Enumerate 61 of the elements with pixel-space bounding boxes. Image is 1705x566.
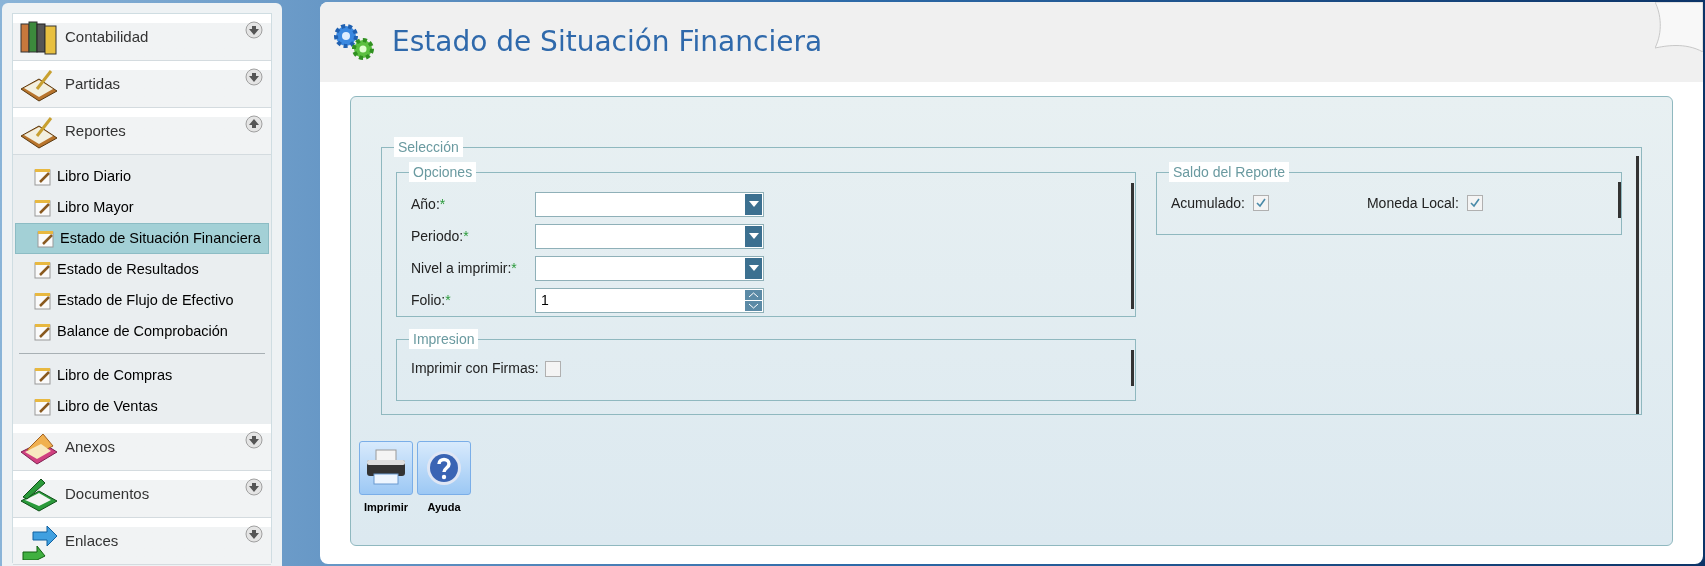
notepad-pencil-icon bbox=[34, 397, 52, 416]
dropdown-icon[interactable] bbox=[745, 257, 762, 279]
checkbox-label: Imprimir con Firmas: bbox=[411, 359, 539, 378]
accordion-header[interactable]: Contabilidad bbox=[13, 14, 271, 61]
accordion-header[interactable]: Enlaces bbox=[13, 518, 271, 565]
page-title: Estado de Situación Financiera bbox=[392, 24, 823, 60]
dropdown-icon[interactable] bbox=[745, 225, 762, 247]
books-icon bbox=[19, 18, 59, 56]
scroll-bar bbox=[1131, 350, 1134, 386]
group-legend: Opciones bbox=[409, 162, 477, 182]
accordion-header[interactable]: Reportes bbox=[13, 108, 271, 155]
collapse-icon[interactable] bbox=[245, 115, 263, 133]
sidebar-item[interactable]: Estado de Situación Financiera bbox=[15, 223, 269, 254]
sidebar-item[interactable]: Libro de Compras bbox=[13, 360, 271, 391]
required-mark: * bbox=[445, 290, 451, 310]
required-mark: * bbox=[463, 226, 469, 246]
accordion-header[interactable]: Partidas bbox=[13, 61, 271, 108]
sidebar-item[interactable]: Libro Mayor bbox=[13, 192, 271, 223]
dropdown-field[interactable] bbox=[535, 191, 764, 217]
dropdown-icon[interactable] bbox=[745, 193, 762, 215]
required-mark: * bbox=[439, 194, 446, 214]
checkbox-label: Moneda Local: bbox=[1366, 193, 1459, 213]
printer-icon bbox=[365, 448, 407, 488]
notepad-pencil-icon bbox=[34, 366, 52, 385]
accordion-header[interactable]: Anexos bbox=[13, 424, 271, 471]
required-mark: * bbox=[511, 258, 517, 278]
spin-up-icon[interactable] bbox=[745, 289, 762, 300]
notepad-pencil-icon bbox=[34, 167, 52, 186]
dropdown-field[interactable] bbox=[535, 223, 764, 249]
notepad-pencil-icon bbox=[34, 322, 52, 341]
notepad-pencil-icon bbox=[37, 229, 55, 248]
notepad-pencil-icon bbox=[34, 260, 52, 279]
field-label: Folio: bbox=[411, 290, 446, 310]
sidebar-item[interactable]: Estado de Resultados bbox=[13, 254, 271, 285]
expand-icon[interactable] bbox=[245, 478, 263, 496]
notepad-pencil-icon bbox=[34, 291, 52, 310]
expand-icon[interactable] bbox=[245, 68, 263, 86]
scroll-bar bbox=[1618, 182, 1621, 218]
checkbox-label: Acumulado: bbox=[1171, 193, 1245, 213]
accordion-header[interactable]: Documentos bbox=[13, 471, 271, 518]
dropdown-field[interactable] bbox=[535, 255, 764, 281]
checkbox[interactable] bbox=[1466, 195, 1483, 211]
spin-down-icon[interactable] bbox=[745, 300, 762, 311]
field-label: Periodo: bbox=[411, 226, 464, 246]
help-icon bbox=[425, 449, 463, 487]
sidebar-item[interactable]: Balance de Comprobación bbox=[13, 316, 271, 347]
sidebar-item[interactable]: Libro Diario bbox=[13, 161, 271, 192]
sidebar-item[interactable]: Libro de Ventas bbox=[13, 391, 271, 422]
checkbox[interactable] bbox=[544, 360, 561, 377]
group-legend: Selección bbox=[394, 137, 463, 157]
notepad-pencil-icon bbox=[34, 198, 52, 217]
field-label: Nivel a imprimir: bbox=[411, 258, 512, 278]
group-legend: Impresion bbox=[409, 329, 479, 349]
sidebar-item[interactable]: Estado de Flujo de Efectivo bbox=[13, 285, 271, 316]
expand-icon[interactable] bbox=[245, 431, 263, 449]
number-field[interactable]: 1 bbox=[535, 287, 764, 313]
field-label: Año: bbox=[411, 194, 440, 214]
expand-icon[interactable] bbox=[245, 21, 263, 39]
checkbox[interactable] bbox=[1252, 195, 1269, 211]
expand-icon[interactable] bbox=[245, 525, 263, 543]
group-legend: Saldo del Reporte bbox=[1169, 162, 1290, 182]
